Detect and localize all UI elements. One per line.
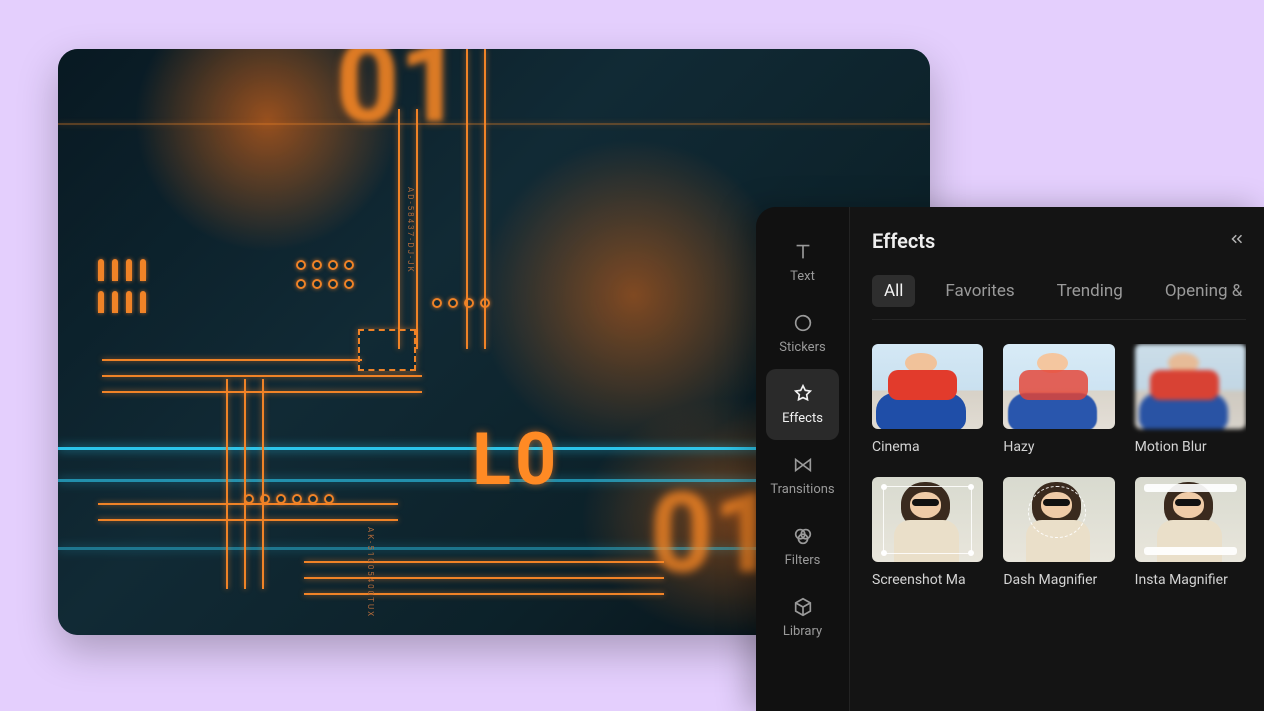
effects-panel: Text Stickers Effects Transitions Filter… (756, 207, 1264, 711)
preview-trace (102, 359, 362, 361)
collapse-button[interactable] (1228, 230, 1246, 253)
sidebar-item-label: Stickers (779, 340, 825, 355)
sidebar-item-label: Text (790, 269, 815, 284)
effect-label: Screenshot Ma (872, 572, 983, 588)
tab-opening[interactable]: Opening & (1153, 275, 1255, 307)
preview-nodes (244, 489, 340, 499)
sidebar-item-effects[interactable]: Effects (766, 369, 839, 440)
effect-label: Dash Magnifier (1003, 572, 1114, 588)
preview-digit: 01 (336, 49, 462, 148)
effects-icon (792, 383, 814, 405)
effect-card-insta-magnifier[interactable]: Insta Magnifier (1135, 477, 1246, 588)
preview-trace (226, 379, 228, 589)
effect-thumbnail (1003, 344, 1114, 429)
effect-card-dash-magnifier[interactable]: Dash Magnifier (1003, 477, 1114, 588)
effect-label: Insta Magnifier (1135, 572, 1246, 588)
library-icon (792, 596, 814, 618)
effect-thumbnail (872, 477, 983, 562)
preview-trace (58, 123, 930, 125)
preview-trace (304, 577, 664, 579)
sidebar-item-transitions[interactable]: Transitions (766, 440, 839, 511)
effect-label: Cinema (872, 439, 983, 455)
preview-nodes (98, 259, 154, 281)
preview-code-label: AK-51005400TUX (366, 527, 375, 618)
effects-grid: Cinema Hazy Motion Blur Screenshot Ma (872, 344, 1246, 588)
transitions-icon (792, 454, 814, 476)
effect-thumbnail (1135, 344, 1246, 429)
sidebar-item-text[interactable]: Text (766, 227, 839, 298)
panel-header: Effects (872, 229, 1246, 253)
preview-chip (358, 329, 416, 371)
effect-label: Motion Blur (1135, 439, 1246, 455)
preview-nodes (98, 291, 154, 313)
preview-nodes (296, 255, 360, 265)
tab-trending[interactable]: Trending (1045, 275, 1135, 307)
preview-trace (262, 379, 264, 589)
category-tabs: All Favorites Trending Opening & (872, 275, 1246, 320)
chevrons-left-icon (1228, 230, 1246, 248)
preview-nodes (432, 293, 496, 303)
preview-nodes (296, 274, 360, 284)
sidebar-item-label: Transitions (770, 482, 834, 497)
effect-card-cinema[interactable]: Cinema (872, 344, 983, 455)
panel-content: Effects All Favorites Trending Opening &… (850, 207, 1264, 711)
preview-digit: L0 (472, 417, 560, 502)
preview-trace (304, 593, 664, 595)
effect-thumbnail (872, 344, 983, 429)
sidebar-item-label: Filters (785, 553, 821, 568)
filters-icon (792, 525, 814, 547)
text-icon (792, 241, 814, 263)
panel-sidebar: Text Stickers Effects Transitions Filter… (756, 207, 850, 711)
sidebar-item-label: Effects (782, 411, 823, 426)
preview-trace (304, 561, 664, 563)
effect-card-hazy[interactable]: Hazy (1003, 344, 1114, 455)
tab-all[interactable]: All (872, 275, 915, 307)
sidebar-item-label: Library (783, 624, 822, 639)
panel-title: Effects (872, 229, 935, 253)
sidebar-item-stickers[interactable]: Stickers (766, 298, 839, 369)
stickers-icon (792, 312, 814, 334)
effect-thumbnail (1003, 477, 1114, 562)
preview-trace (244, 379, 246, 589)
preview-trace (98, 519, 398, 521)
effect-card-motion-blur[interactable]: Motion Blur (1135, 344, 1246, 455)
sidebar-item-library[interactable]: Library (766, 582, 839, 653)
sidebar-item-filters[interactable]: Filters (766, 511, 839, 582)
tab-favorites[interactable]: Favorites (933, 275, 1026, 307)
effect-thumbnail (1135, 477, 1246, 562)
preview-code-label: AD-58437-DJ-JK (406, 187, 415, 274)
effect-card-screenshot-magnifier[interactable]: Screenshot Ma (872, 477, 983, 588)
effect-label: Hazy (1003, 439, 1114, 455)
preview-trace (102, 375, 422, 377)
